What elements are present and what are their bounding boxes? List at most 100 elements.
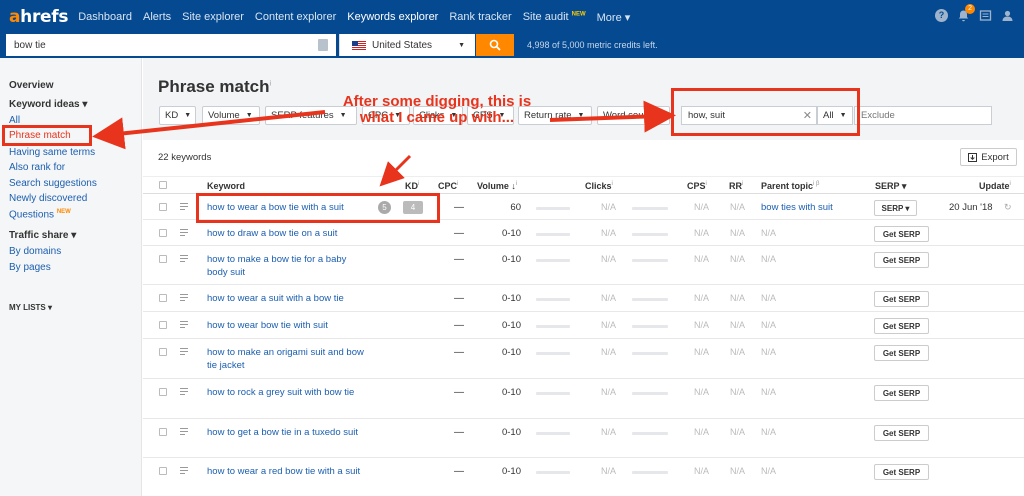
rr-value: N/A (730, 202, 746, 212)
nav-dashboard[interactable]: Dashboard (78, 11, 132, 23)
sidebar-overview[interactable]: Overview (9, 80, 53, 91)
row-checkbox[interactable] (159, 467, 167, 475)
nav-keywords-explorer[interactable]: Keywords explorer (347, 11, 438, 23)
get-serp-button[interactable]: Get SERP (874, 464, 929, 480)
header-area: Phrase matchi KD ▼ Volume ▼ SERP features ▼… (143, 58, 1024, 140)
nav-content-explorer[interactable]: Content explorer (255, 11, 336, 23)
table-row[interactable]: how to wear a suit with a bow tie — 0-10… (143, 285, 1024, 312)
sidebar-item-search-suggestions[interactable]: Search suggestions (9, 178, 97, 189)
nav-alerts[interactable]: Alerts (143, 11, 171, 23)
table-row[interactable]: how to wear a red bow tie with a suit — … (143, 458, 1024, 496)
nav-rank-tracker[interactable]: Rank tracker (449, 11, 511, 23)
add-to-list-icon[interactable] (180, 229, 190, 237)
keyword-link[interactable]: how to make an origami suit and bow tie … (207, 346, 367, 372)
table-row[interactable]: how to rock a grey suit with bow tie — 0… (143, 379, 1024, 419)
col-volume[interactable]: Volume ↓i (477, 181, 517, 191)
keyword-link[interactable]: how to rock a grey suit with bow tie (207, 386, 367, 399)
country-select[interactable]: United States ▼ (339, 34, 475, 56)
rr-value: N/A (730, 387, 746, 397)
table-row[interactable]: how to make a bow tie for a baby body su… (143, 246, 1024, 285)
add-to-list-icon[interactable] (180, 467, 190, 475)
ahrefs-logo[interactable]: ahrefs (9, 7, 69, 27)
serp-dropdown[interactable]: SERP ▾ (874, 200, 917, 216)
cpc-value: — (454, 387, 464, 398)
add-to-list-icon[interactable] (180, 255, 190, 263)
rr-value: N/A (730, 466, 746, 476)
row-checkbox[interactable] (159, 388, 167, 396)
table-row[interactable]: how to make an origami suit and bow tie … (143, 339, 1024, 379)
col-cpc[interactable]: CPCi (438, 181, 458, 191)
volume-value: 0-10 (501, 228, 521, 239)
nav-site-explorer[interactable]: Site explorer (182, 11, 244, 23)
user-icon[interactable] (1001, 9, 1014, 22)
add-to-list-icon[interactable] (180, 428, 190, 436)
table-row[interactable]: how to wear bow tie with suit — 0-10 N/A… (143, 312, 1024, 339)
sidebar-item-questions[interactable]: Questions NEW (9, 209, 71, 220)
add-to-list-icon[interactable] (180, 203, 190, 211)
sidebar-traffic-share[interactable]: Traffic share ▾ (9, 230, 76, 241)
refresh-icon[interactable]: ↻ (1004, 202, 1012, 213)
row-checkbox[interactable] (159, 294, 167, 302)
filter-word-count[interactable]: Word count ▼ (597, 106, 670, 125)
col-parent-topic[interactable]: Parent topici β (761, 181, 819, 191)
col-kd[interactable]: KDi (405, 181, 419, 191)
keyword-link[interactable]: how to wear a suit with a bow tie (207, 292, 387, 305)
row-checkbox[interactable] (159, 428, 167, 436)
notification-count: 2 (965, 4, 975, 14)
sidebar-keyword-ideas[interactable]: Keyword ideas ▾ (9, 99, 87, 110)
col-serp[interactable]: SERP ▾ (875, 181, 906, 192)
add-to-list-icon[interactable] (180, 388, 190, 396)
bell-icon[interactable]: 2 (957, 4, 975, 22)
get-serp-button[interactable]: Get SERP (874, 345, 929, 361)
get-serp-button[interactable]: Get SERP (874, 425, 929, 441)
help-icon[interactable]: ? (935, 9, 948, 22)
add-to-list-icon[interactable] (180, 348, 190, 356)
filter-volume[interactable]: Volume ▼ (202, 106, 260, 125)
nav-more[interactable]: More ▾ (597, 11, 631, 24)
keyword-link[interactable]: how to make a bow tie for a baby body su… (207, 253, 367, 279)
get-serp-button[interactable]: Get SERP (874, 385, 929, 401)
chevron-down-icon: ▼ (657, 112, 665, 119)
filter-kd[interactable]: KD ▼ (159, 106, 196, 125)
parent-topic-link[interactable]: bow ties with suit (761, 202, 833, 213)
get-serp-button[interactable]: Get SERP (874, 252, 929, 268)
select-all-checkbox[interactable] (159, 181, 167, 189)
row-checkbox[interactable] (159, 348, 167, 356)
add-to-list-icon[interactable] (180, 321, 190, 329)
col-keyword[interactable]: Keyword (207, 181, 245, 191)
sidebar-item-by-domains[interactable]: By domains (9, 246, 61, 257)
sidebar-item-by-pages[interactable]: By pages (9, 262, 51, 273)
col-clicks[interactable]: Clicksi (585, 181, 613, 191)
credits-remaining: 4,998 of 5,000 metric credits left. (527, 40, 658, 50)
keyword-link[interactable]: how to wear bow tie with suit (207, 319, 387, 332)
keyword-link[interactable]: how to wear a red bow tie with a suit (207, 465, 367, 478)
sidebar-my-lists[interactable]: MY LISTS ▾ (9, 303, 52, 312)
parent-topic-value: N/A (761, 254, 777, 264)
exclude-input[interactable] (854, 106, 992, 125)
get-serp-button[interactable]: Get SERP (874, 226, 929, 242)
row-checkbox[interactable] (159, 255, 167, 263)
upload-icon[interactable] (318, 39, 328, 51)
keyword-link[interactable]: how to get a bow tie in a tuxedo suit (207, 426, 367, 439)
add-to-list-icon[interactable] (180, 294, 190, 302)
sidebar-item-newly-discovered[interactable]: Newly discovered (9, 193, 87, 204)
search-button[interactable] (476, 34, 514, 56)
table-row[interactable]: how to draw a bow tie on a suit — 0-10 N… (143, 220, 1024, 246)
export-button[interactable]: Export (960, 148, 1017, 166)
table-row[interactable]: how to get a bow tie in a tuxedo suit — … (143, 419, 1024, 458)
keyword-search-input[interactable] (6, 34, 336, 56)
nav-site-audit[interactable]: Site audit NEW (523, 11, 586, 23)
col-cps[interactable]: CPSi (687, 181, 707, 191)
get-serp-button[interactable]: Get SERP (874, 318, 929, 334)
row-checkbox[interactable] (159, 203, 167, 211)
messages-icon[interactable] (979, 9, 992, 22)
get-serp-button[interactable]: Get SERP (874, 291, 929, 307)
keyword-link[interactable]: how to draw a bow tie on a suit (207, 227, 387, 240)
col-update[interactable]: Updatei (979, 181, 1011, 191)
sidebar-item-having-same-terms[interactable]: Having same terms (9, 147, 95, 158)
update-date: 20 Jun '18 (949, 202, 993, 213)
sidebar-item-also-rank-for[interactable]: Also rank for (9, 162, 65, 173)
row-checkbox[interactable] (159, 321, 167, 329)
row-checkbox[interactable] (159, 229, 167, 237)
col-rr[interactable]: RRi (729, 181, 743, 191)
